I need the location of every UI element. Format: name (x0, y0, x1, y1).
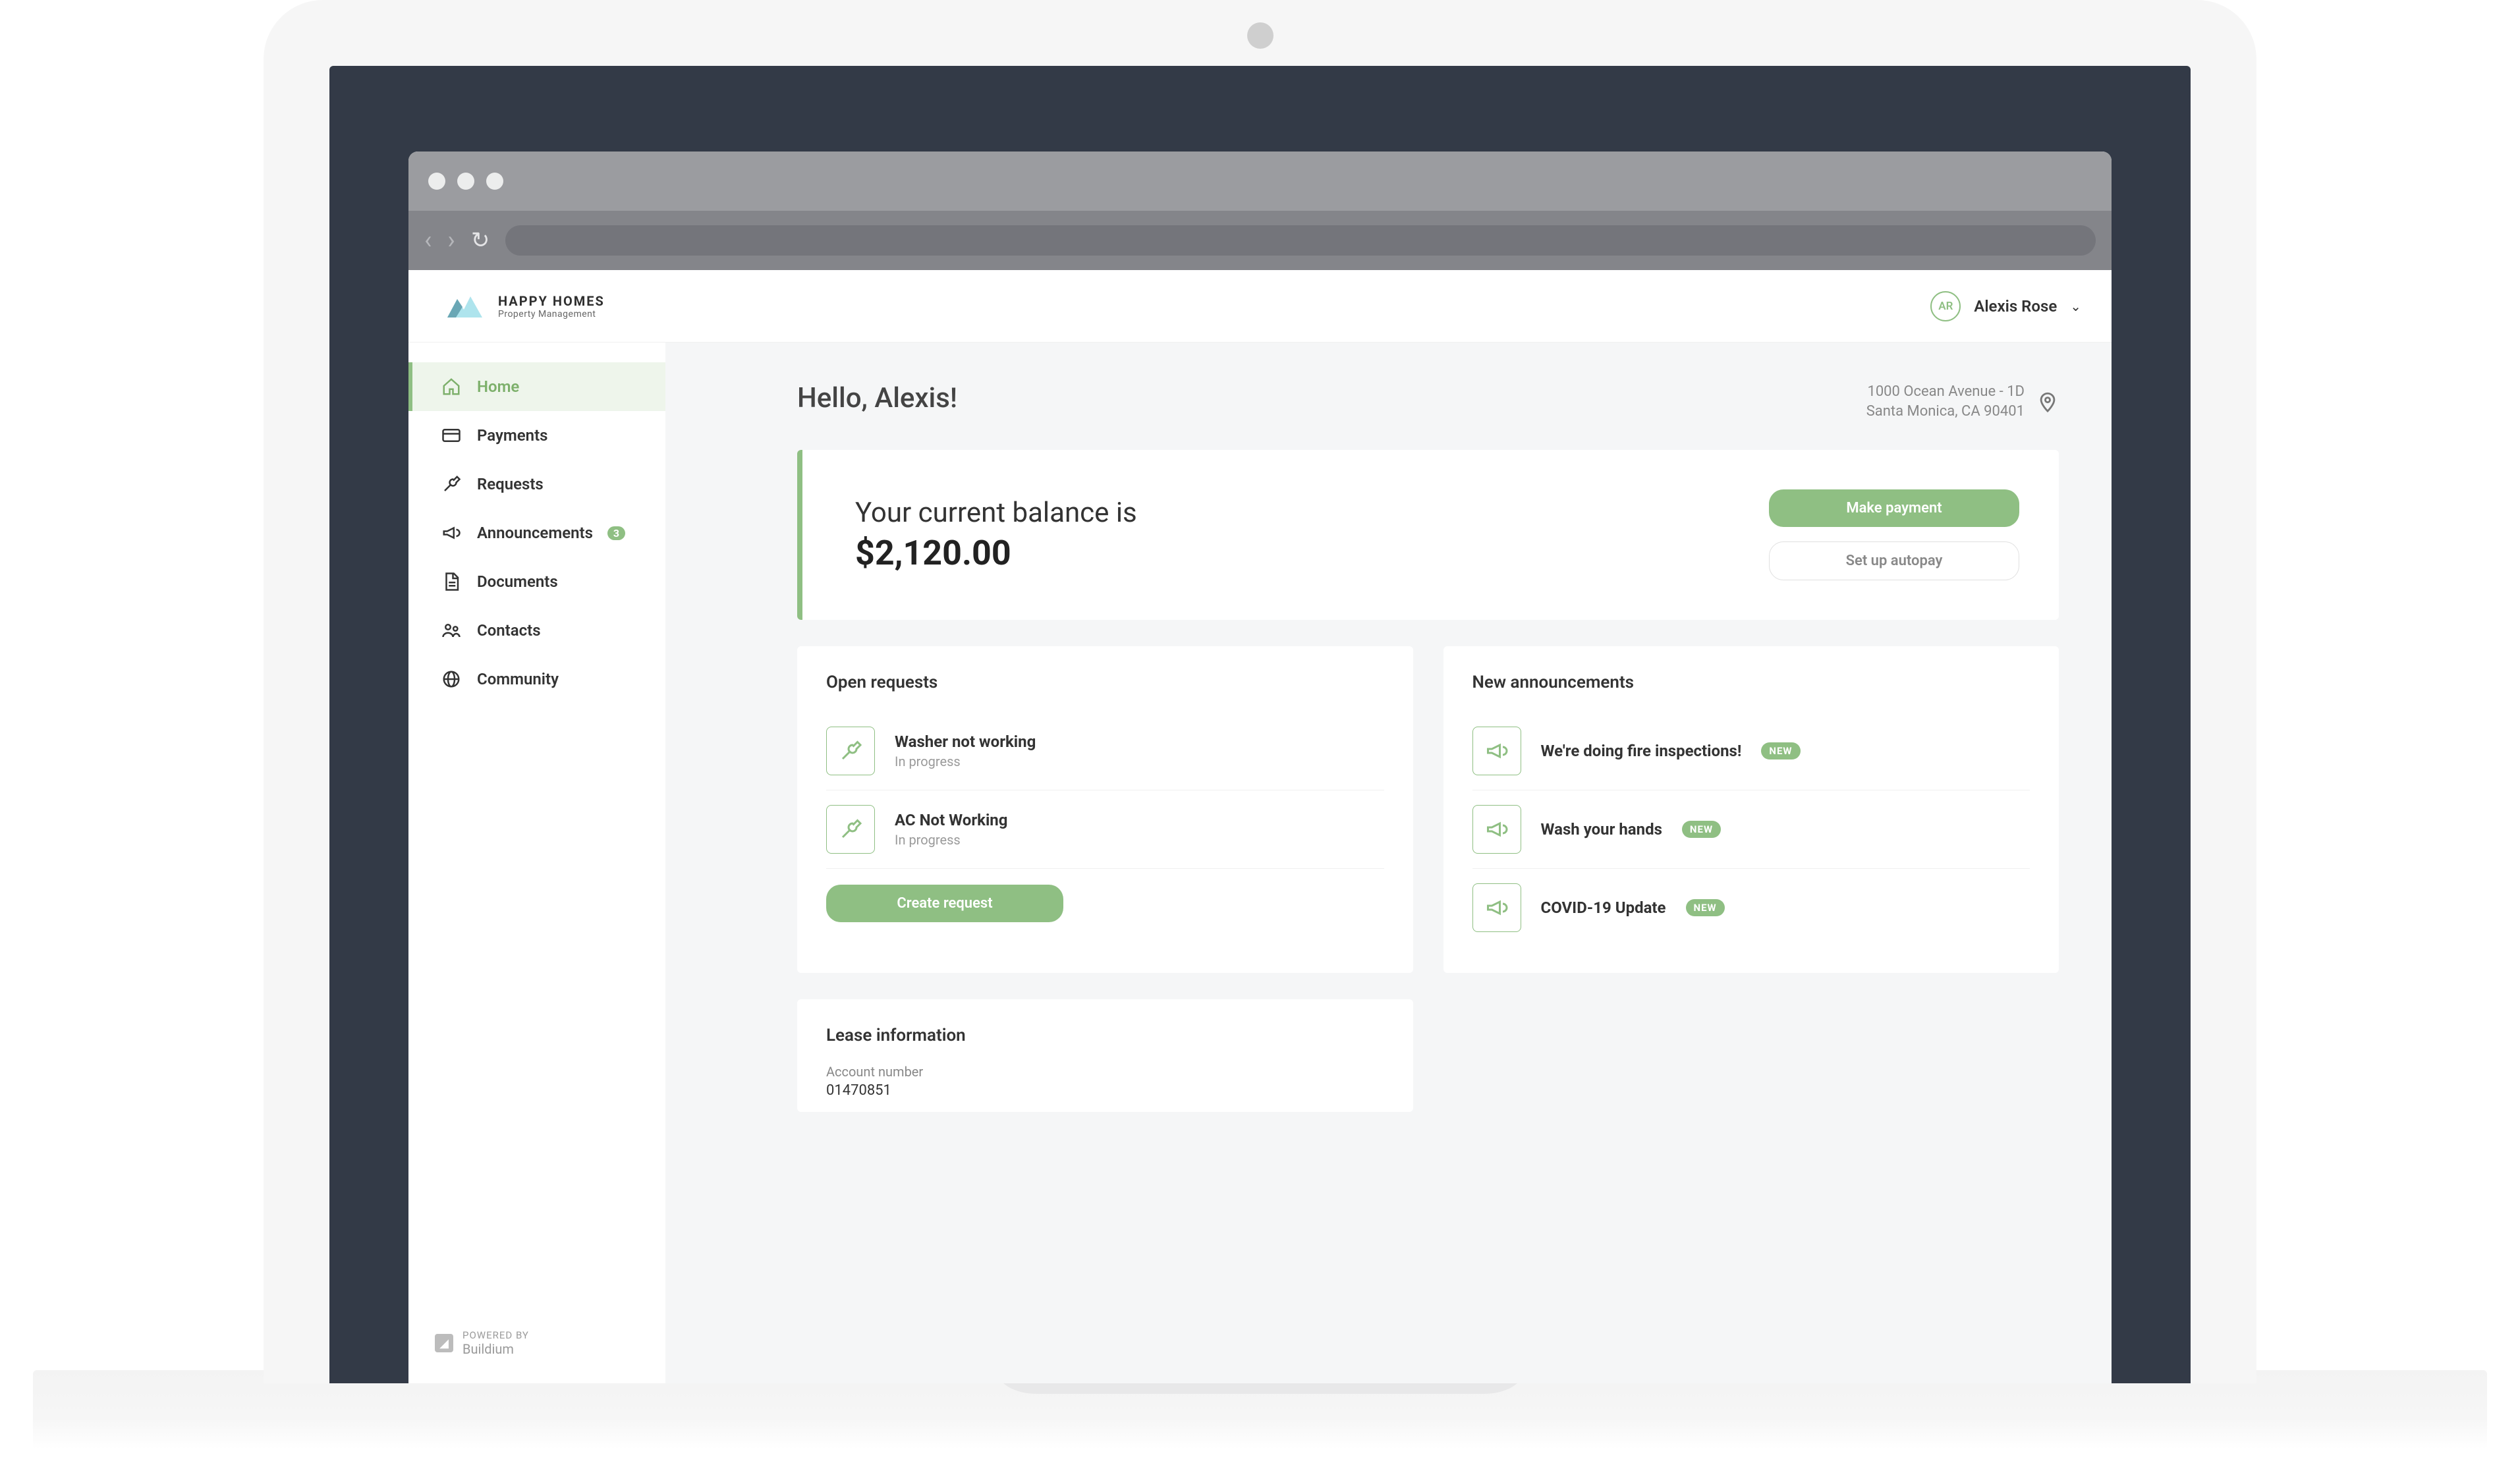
brand-name: HAPPY HOMES (498, 293, 605, 309)
main-content: Hello, Alexis! 1000 Ocean Avenue - 1D Sa… (665, 343, 2112, 1383)
request-title: Washer not working (895, 732, 1036, 751)
sidebar-footer: ◢ POWERED BY Buildium (408, 1313, 665, 1383)
url-bar[interactable] (505, 225, 2096, 256)
pin-icon (2036, 391, 2059, 413)
new-badge: NEW (1682, 821, 1721, 838)
users-icon (440, 621, 462, 640)
sidebar-item-label: Home (477, 377, 519, 396)
brand-text: HAPPY HOMES Property Management (498, 293, 605, 319)
megaphone-icon (1472, 883, 1521, 932)
app-root: HAPPY HOMES Property Management AR Alexi… (408, 270, 2112, 1383)
card-icon (440, 426, 462, 445)
sidebar-nav: Home Payments (408, 343, 665, 1313)
account-number-value: 01470851 (826, 1082, 1384, 1099)
new-badge: NEW (1761, 742, 1800, 759)
announcement-item[interactable]: COVID-19 Update NEW (1472, 869, 2030, 947)
window-titlebar (408, 152, 2112, 211)
chevron-down-icon: ⌄ (2070, 298, 2081, 314)
megaphone-icon (1472, 805, 1521, 854)
wrench-icon (440, 474, 462, 494)
device-frame: ‹ › ↻ HAPPY HOMES Property Mana (264, 0, 2256, 1383)
megaphone-icon (1472, 727, 1521, 775)
open-requests-card: Open requests Washer not working In prog… (797, 646, 1413, 973)
brand-tagline: Property Management (498, 309, 605, 319)
window-controls (428, 173, 503, 190)
announcements-card: New announcements We're doing fire inspe… (1443, 646, 2059, 973)
announcement-item[interactable]: We're doing fire inspections! NEW (1472, 712, 2030, 790)
user-name: Alexis Rose (1974, 297, 2057, 316)
announcement-title: COVID-19 Update (1541, 898, 1666, 917)
powered-by-name: Buildium (462, 1341, 529, 1357)
balance-text: Your current balance is $2,120.00 (855, 497, 1137, 573)
request-item[interactable]: Washer not working In progress (826, 712, 1384, 790)
address-line-2: Santa Monica, CA 90401 (1866, 402, 2025, 422)
announcement-item[interactable]: Wash your hands NEW (1472, 790, 2030, 869)
wrench-icon (826, 727, 875, 775)
greeting: Hello, Alexis! (797, 382, 957, 414)
logo-icon (444, 292, 485, 320)
sidebar-item-documents[interactable]: Documents (408, 557, 665, 606)
request-item[interactable]: AC Not Working In progress (826, 790, 1384, 869)
megaphone-icon (440, 523, 462, 543)
browser-window: ‹ › ↻ HAPPY HOMES Property Mana (408, 152, 2112, 1383)
balance-card: Your current balance is $2,120.00 Make p… (797, 450, 2059, 620)
lease-card: Lease information Account number 0147085… (797, 999, 1413, 1112)
balance-amount: $2,120.00 (855, 533, 1137, 573)
sidebar: Home Payments (408, 343, 665, 1383)
main-top: Hello, Alexis! 1000 Ocean Avenue - 1D Sa… (797, 382, 2059, 421)
home-icon (440, 377, 462, 397)
sidebar-item-community[interactable]: Community (408, 655, 665, 704)
globe-icon (440, 669, 462, 689)
close-dot[interactable] (428, 173, 445, 190)
back-button[interactable]: ‹ (424, 228, 432, 253)
setup-autopay-button[interactable]: Set up autopay (1769, 541, 2019, 580)
document-icon (440, 572, 462, 592)
request-status: In progress (895, 754, 1036, 769)
open-requests-title: Open requests (826, 673, 1384, 692)
forward-button[interactable]: › (447, 228, 455, 253)
minimize-dot[interactable] (457, 173, 474, 190)
sidebar-item-contacts[interactable]: Contacts (408, 606, 665, 655)
user-menu[interactable]: AR Alexis Rose ⌄ (1930, 291, 2081, 321)
wrench-icon (826, 805, 875, 854)
create-request-button[interactable]: Create request (826, 885, 1063, 922)
cards-row: Open requests Washer not working In prog… (797, 646, 2059, 973)
balance-label: Your current balance is (855, 497, 1137, 529)
sidebar-item-announcements[interactable]: Announcements 3 (408, 509, 665, 557)
account-number-label: Account number (826, 1064, 1384, 1080)
announcement-title: We're doing fire inspections! (1541, 742, 1742, 760)
make-payment-button[interactable]: Make payment (1769, 489, 2019, 527)
powered-by-label: POWERED BY (462, 1329, 529, 1341)
sidebar-item-label: Requests (477, 475, 544, 493)
sidebar-item-label: Payments (477, 426, 547, 445)
camera-dot (1247, 22, 1274, 49)
maximize-dot[interactable] (486, 173, 503, 190)
new-badge: NEW (1686, 899, 1725, 916)
announcements-badge: 3 (607, 526, 625, 540)
sidebar-item-label: Documents (477, 572, 558, 591)
request-status: In progress (895, 832, 1007, 848)
browser-toolbar: ‹ › ↻ (408, 211, 2112, 270)
sidebar-item-home[interactable]: Home (408, 362, 665, 411)
device-screen: ‹ › ↻ HAPPY HOMES Property Mana (329, 66, 2191, 1383)
sidebar-item-payments[interactable]: Payments (408, 411, 665, 460)
buildium-logo-icon: ◢ (435, 1334, 453, 1352)
sidebar-item-label: Contacts (477, 621, 541, 640)
sidebar-item-requests[interactable]: Requests (408, 460, 665, 509)
address-line-1: 1000 Ocean Avenue - 1D (1866, 382, 2025, 402)
balance-actions: Make payment Set up autopay (1769, 489, 2019, 580)
address-block: 1000 Ocean Avenue - 1D Santa Monica, CA … (1866, 382, 2059, 421)
announcements-title: New announcements (1472, 673, 2030, 692)
app-body: Home Payments (408, 343, 2112, 1383)
request-title: AC Not Working (895, 811, 1007, 829)
avatar: AR (1930, 291, 1961, 321)
brand[interactable]: HAPPY HOMES Property Management (444, 292, 605, 320)
sidebar-item-label: Announcements (477, 524, 593, 542)
announcement-title: Wash your hands (1541, 820, 1662, 839)
app-header: HAPPY HOMES Property Management AR Alexi… (408, 270, 2112, 343)
lease-title: Lease information (826, 1026, 1384, 1045)
reload-button[interactable]: ↻ (471, 227, 490, 254)
sidebar-item-label: Community (477, 670, 559, 688)
